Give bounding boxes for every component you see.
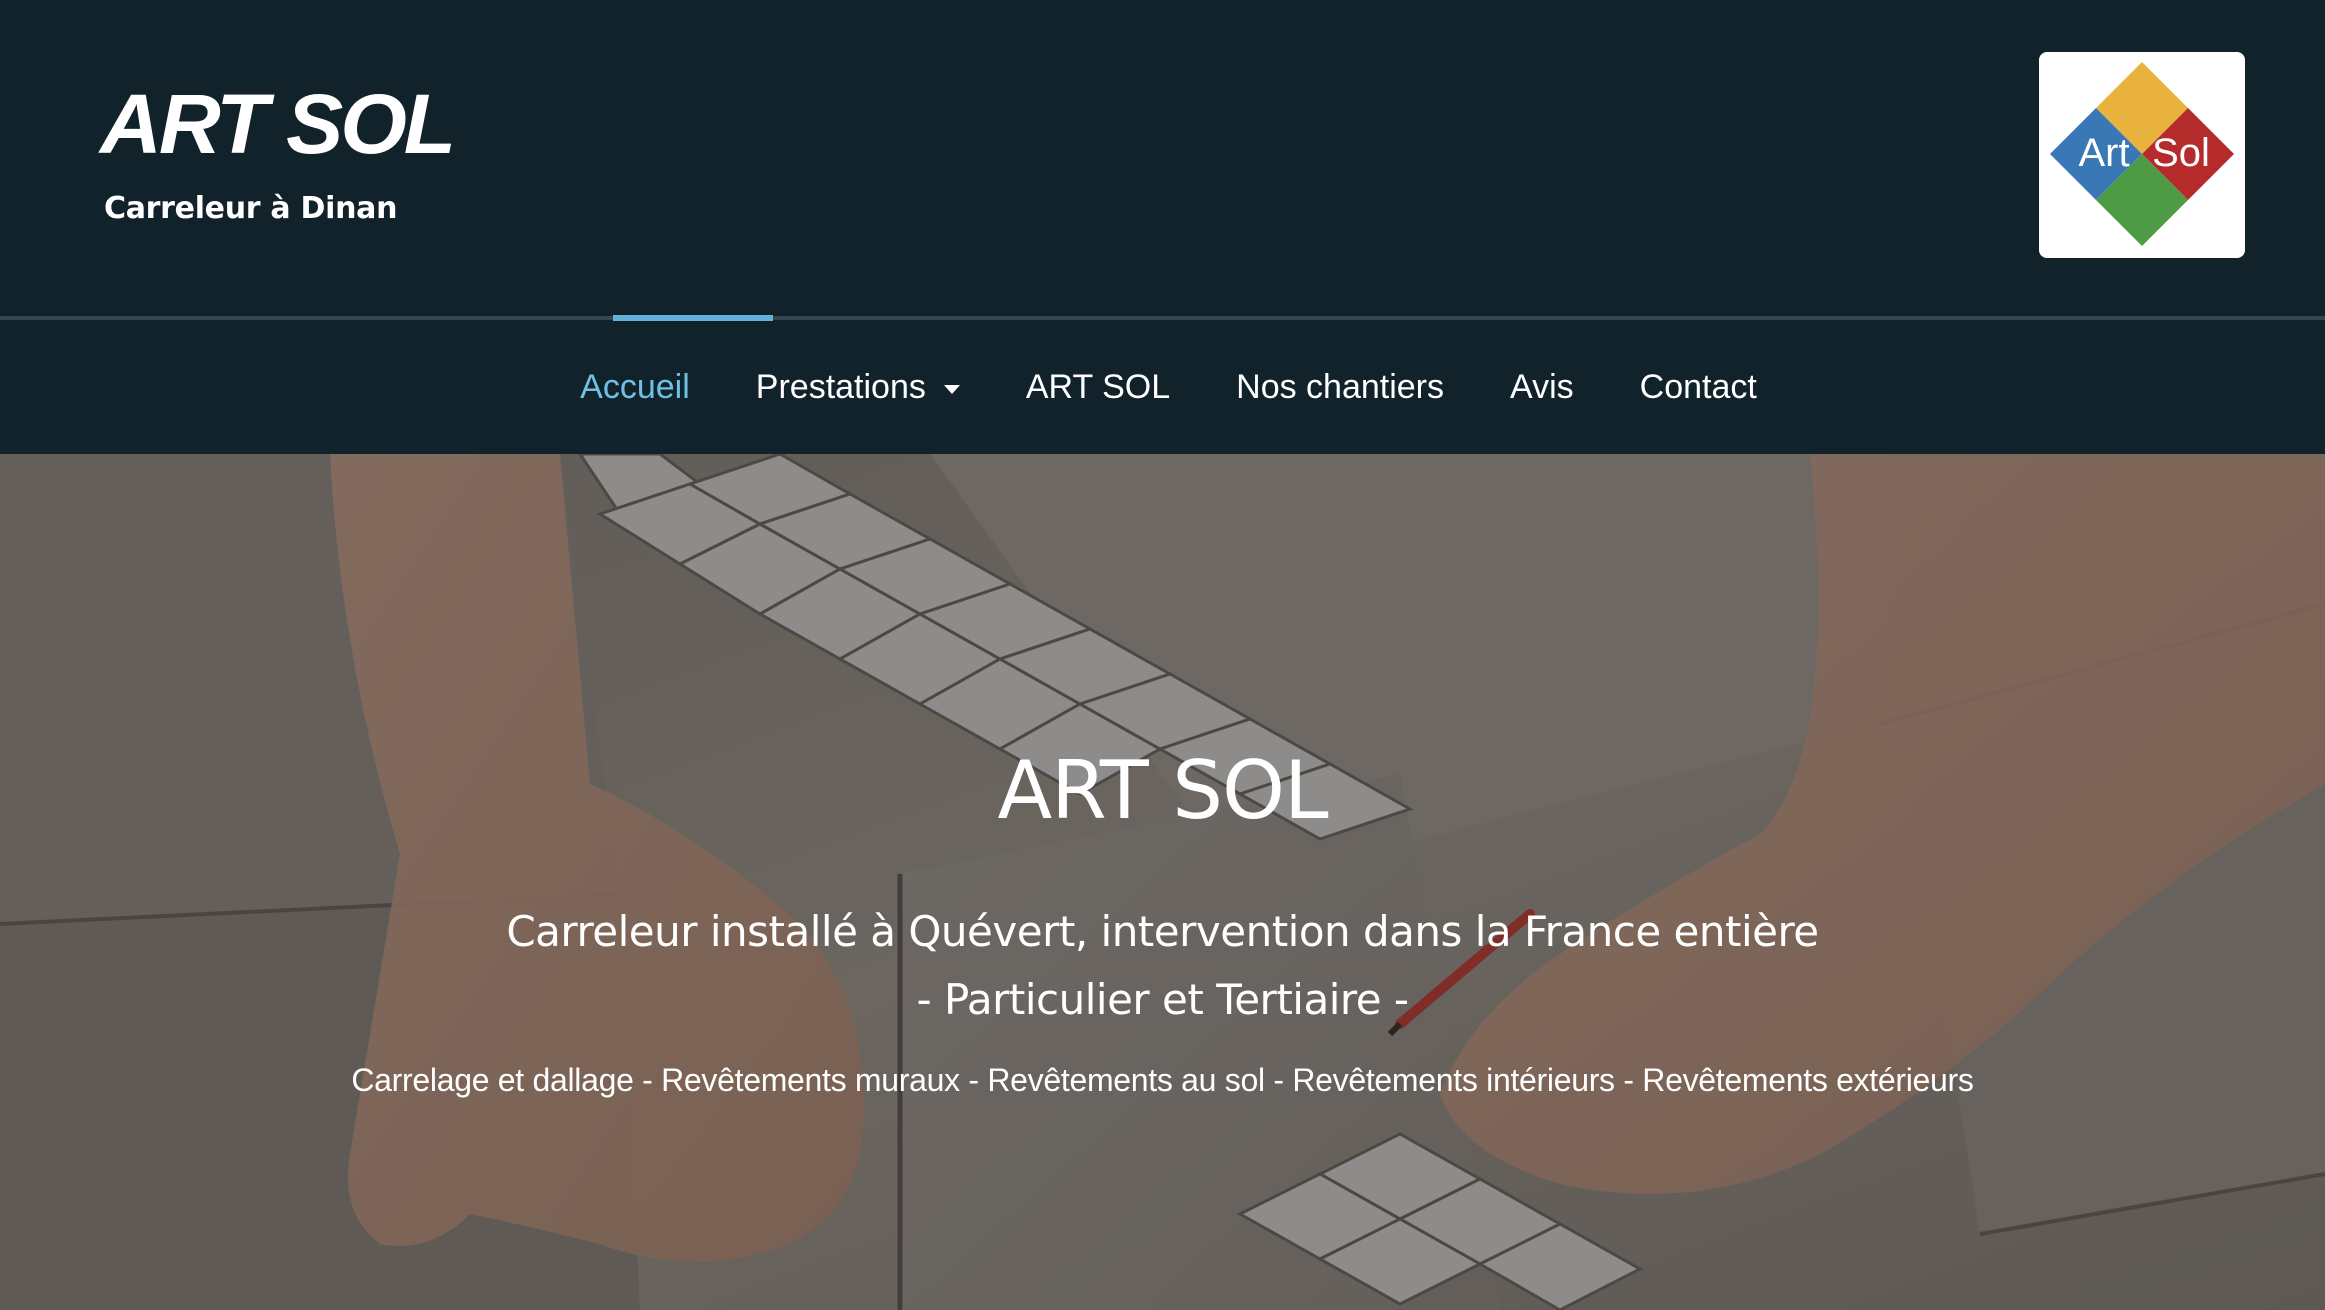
nav-item-prestations[interactable]: Prestations <box>756 368 960 407</box>
nav-menu: Accueil Prestations ART SOL Nos chantier… <box>0 320 2325 454</box>
site-header: ART SOL Carreleur à Dinan Art Sol <box>0 0 2325 316</box>
brand[interactable]: ART SOL Carreleur à Dinan <box>100 82 456 226</box>
hero-banner: ART SOL Carreleur installé à Quévert, in… <box>0 454 2325 1310</box>
nav-item-prestations-label: Prestations <box>755 367 926 406</box>
nav-item-nos-chantiers[interactable]: Nos chantiers <box>1236 368 1444 407</box>
nav-item-art-sol[interactable]: ART SOL <box>1026 368 1170 407</box>
logo-text-left: Art <box>2078 131 2129 175</box>
main-navigation: Accueil Prestations ART SOL Nos chantier… <box>0 315 2325 454</box>
logo[interactable]: Art Sol <box>2039 52 2245 258</box>
hero-subtitle: Carreleur installé à Quévert, interventi… <box>0 898 2325 1034</box>
logo-text-right: Sol <box>2152 131 2210 175</box>
nav-item-avis[interactable]: Avis <box>1510 368 1574 407</box>
hero-services-list: Carrelage et dallage - Revêtements murau… <box>351 1062 1974 1098</box>
hero-subtitle-line-2: - Particulier et Tertiaire - <box>916 975 1409 1024</box>
hero-subtitle-line-1: Carreleur installé à Quévert, interventi… <box>506 907 1819 956</box>
chevron-down-icon <box>943 384 960 394</box>
art-sol-logo-icon: Art Sol <box>2050 62 2234 246</box>
nav-item-contact[interactable]: Contact <box>1640 368 1757 407</box>
site-title[interactable]: ART SOL <box>100 82 456 166</box>
hero-content: ART SOL Carreleur installé à Quévert, in… <box>0 454 2325 1310</box>
hero-title: ART SOL <box>997 744 1328 837</box>
nav-item-accueil[interactable]: Accueil <box>580 368 690 407</box>
site-tagline: Carreleur à Dinan <box>104 191 398 226</box>
